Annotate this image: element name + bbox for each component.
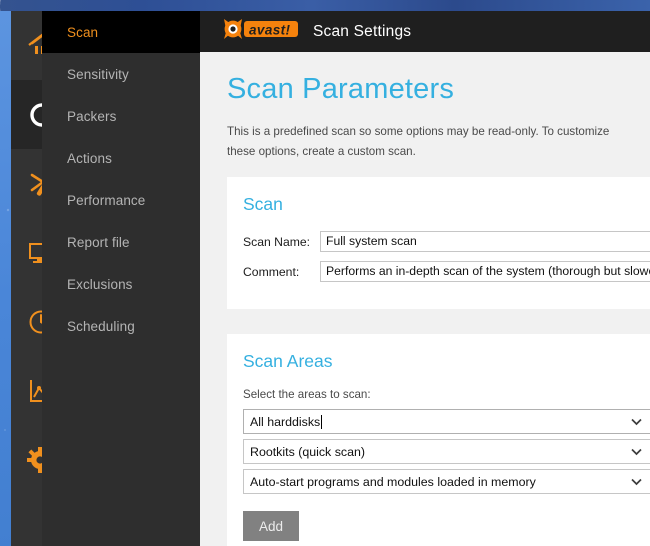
window-titlebar: avast! Scan Settings — [200, 11, 650, 52]
menu-item-label: Sensitivity — [67, 66, 129, 82]
scan-name-label: Scan Name: — [243, 234, 311, 249]
menu-item-scan[interactable]: Scan — [42, 11, 200, 53]
comment-input[interactable] — [320, 261, 650, 282]
svg-text:avast!: avast! — [249, 23, 291, 38]
settings-body: Scan Parameters This is a predefined sca… — [200, 52, 650, 546]
scan-areas-hint: Select the areas to scan: — [243, 388, 371, 401]
avast-logo-icon: avast! — [219, 16, 302, 47]
chevron-down-icon[interactable] — [631, 470, 642, 493]
content-pane: avast! Scan Settings Scan Parameters Thi… — [200, 11, 650, 546]
page-description: This is a predefined scan so some option… — [227, 125, 610, 158]
scan-area-combo-2[interactable]: Rootkits (quick scan) — [243, 439, 650, 464]
add-scan-area-button[interactable]: Add — [243, 511, 299, 541]
scan-name-row: Scan Name: — [243, 231, 650, 252]
scan-area-combo-2-value: Rootkits (quick scan) — [250, 444, 365, 459]
scan-area-combo-3[interactable]: Auto-start programs and modules loaded i… — [243, 469, 650, 494]
scan-area-combo-3-value: Auto-start programs and modules loaded i… — [250, 474, 536, 489]
menu-item-packers[interactable]: Packers — [42, 95, 200, 137]
settings-menu-panel: Scan Sensitivity Packers Actions Perform… — [42, 11, 200, 546]
text-caret — [321, 414, 323, 429]
scan-areas-card: Scan Areas Select the areas to scan: All… — [227, 334, 650, 546]
scan-area-combo-1[interactable]: All harddisks — [243, 409, 650, 434]
window-title: Scan Settings — [313, 22, 412, 40]
comment-row: Comment: — [243, 261, 650, 282]
menu-item-label: Report file — [67, 234, 130, 250]
menu-item-sensitivity[interactable]: Sensitivity — [42, 53, 200, 95]
scan-card-title: Scan — [243, 194, 283, 214]
chevron-down-icon[interactable] — [631, 410, 642, 433]
menu-item-label: Performance — [67, 192, 146, 208]
menu-item-label: Actions — [67, 150, 112, 166]
scan-name-input[interactable] — [320, 231, 650, 252]
menu-item-label: Exclusions — [67, 276, 133, 292]
menu-item-scheduling[interactable]: Scheduling — [42, 305, 200, 347]
menu-item-label: Scheduling — [67, 318, 135, 334]
menu-item-report-file[interactable]: Report file — [42, 221, 200, 263]
comment-label: Comment: — [243, 264, 300, 279]
scan-area-combo-1-value: All harddisks — [250, 414, 321, 429]
scan-card: Scan Scan Name: Comment: — [227, 177, 650, 309]
menu-item-performance[interactable]: Performance — [42, 179, 200, 221]
desktop-wallpaper-top-band — [0, 0, 650, 11]
scan-areas-card-title: Scan Areas — [243, 351, 333, 371]
screenshot-root: Scan Sensitivity Packers Actions Perform… — [0, 0, 650, 546]
menu-item-label: Packers — [67, 108, 117, 124]
menu-item-exclusions[interactable]: Exclusions — [42, 263, 200, 305]
page-title: Scan Parameters — [227, 73, 455, 105]
menu-item-label: Scan — [67, 24, 99, 40]
menu-item-actions[interactable]: Actions — [42, 137, 200, 179]
chevron-down-icon[interactable] — [631, 440, 642, 463]
avast-settings-window: Scan Sensitivity Packers Actions Perform… — [11, 11, 650, 546]
